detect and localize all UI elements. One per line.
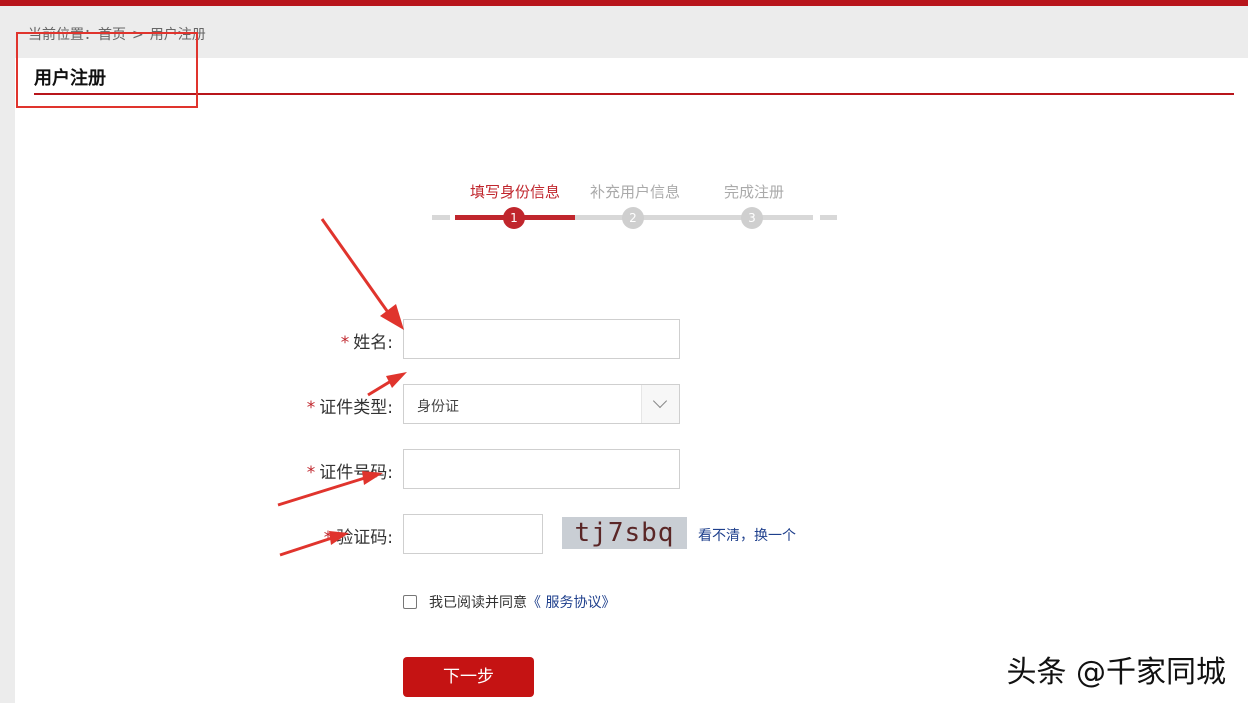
annotation-arrowhead-4 (329, 531, 349, 545)
watermark-text: 头条 @千家同城 (1006, 655, 1226, 690)
annotation-arrow-1 (320, 218, 394, 319)
annotation-arrow-3 (277, 475, 369, 507)
annotation-arrows (277, 218, 407, 557)
annotation-arrowhead-3 (362, 471, 383, 485)
annotation-arrowhead-2 (386, 372, 407, 388)
annotation-arrow-4 (279, 535, 336, 557)
